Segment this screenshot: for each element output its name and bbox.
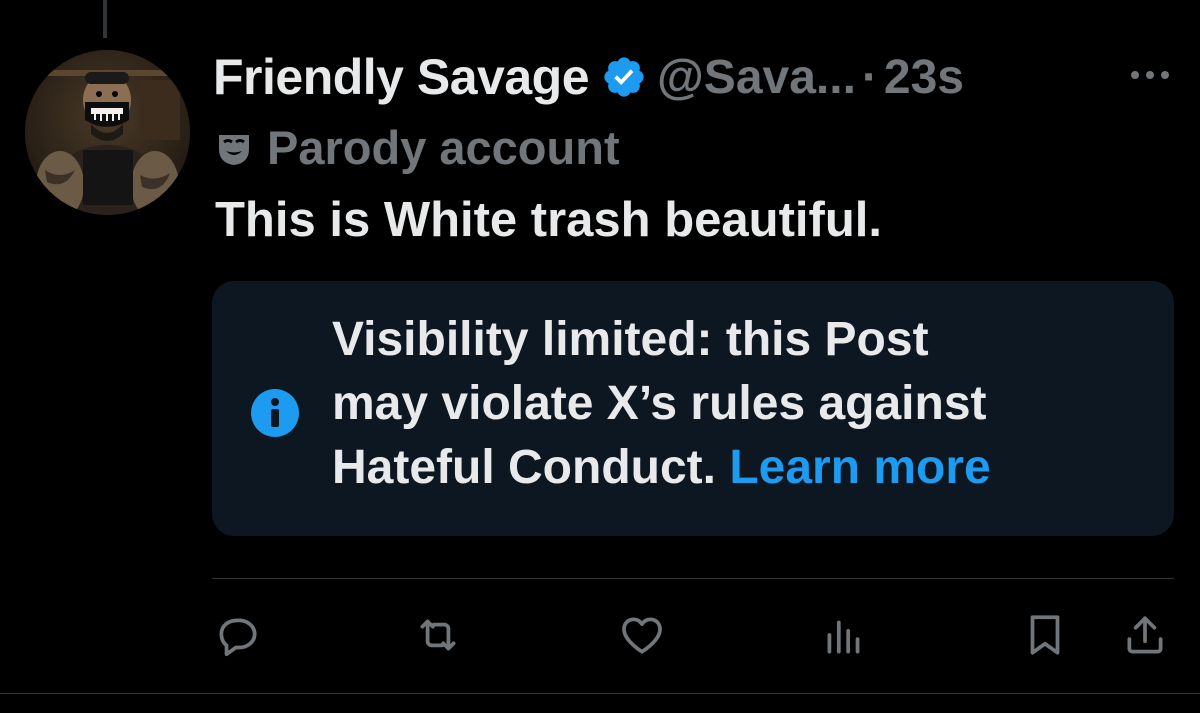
repost-icon[interactable] [413,610,463,660]
visibility-notice-text: Visibility limited: this Post may violat… [332,308,1152,500]
parody-label: Parody account [215,120,620,175]
post-bottom-border [0,693,1200,694]
like-icon[interactable] [617,610,667,660]
post-timestamp[interactable]: 23s [884,50,964,105]
header-separator: · [861,50,878,104]
author-handle[interactable]: @Sava... [657,50,856,105]
post-header: Friendly Savage @Sava... · 23s [213,48,964,106]
notice-line-3-text: Hateful Conduct. [332,441,716,494]
info-icon [250,388,300,438]
notice-line-1: Visibility limited: this Post [332,313,929,366]
views-icon[interactable] [819,610,869,660]
reply-icon[interactable] [213,610,263,660]
notice-line-3: Hateful Conduct. Learn more [332,436,1152,500]
theater-mask-icon [215,129,253,167]
learn-more-link[interactable]: Learn more [729,441,990,494]
avatar[interactable] [25,50,190,215]
author-display-name[interactable]: Friendly Savage [213,48,590,106]
share-icon[interactable] [1120,610,1170,660]
post-card[interactable]: Friendly Savage @Sava... · 23s Parody ac… [0,0,1200,713]
post-body-text: This is White trash beautiful. [215,193,883,247]
bookmark-icon[interactable] [1020,610,1070,660]
thread-connector-line [103,0,107,38]
verified-badge-icon[interactable] [601,54,647,100]
more-options-icon[interactable] [1125,60,1175,90]
notice-line-2: may violate X’s rules against [332,377,987,430]
action-bar-divider [212,578,1174,579]
parody-account-text: Parody account [267,121,620,174]
